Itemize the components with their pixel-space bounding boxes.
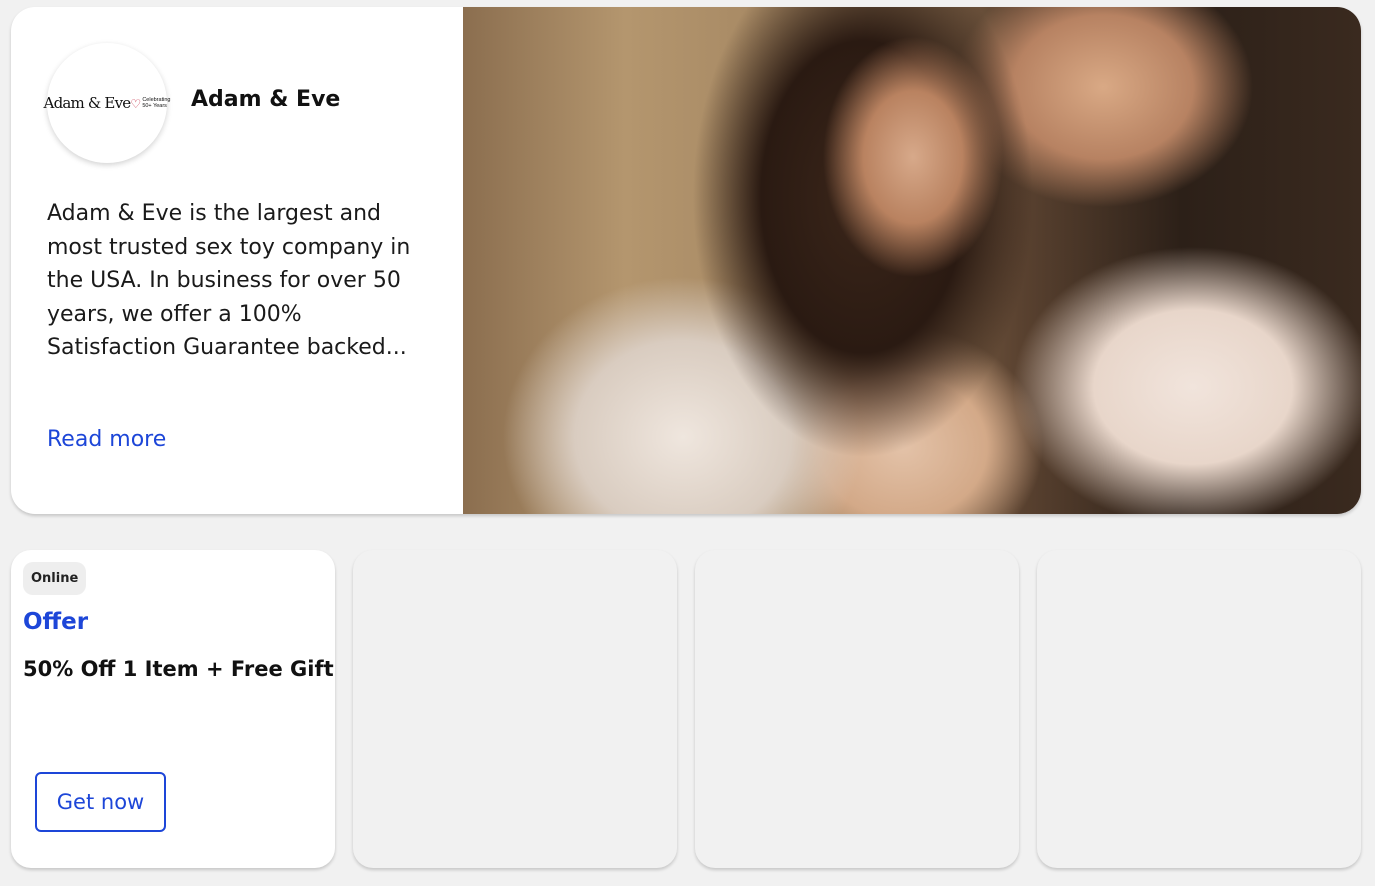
- offer-title: 50% Off 1 Item + Free Gift: [23, 657, 334, 681]
- offer-channel-badge: Online: [23, 562, 87, 595]
- offer-card-placeholder: [1037, 550, 1361, 868]
- offer-card-placeholder: [695, 550, 1019, 868]
- get-now-button[interactable]: Get now: [35, 772, 166, 832]
- brand-name: Adam & Eve: [191, 87, 341, 112]
- brand-info-panel: Adam & Eve♡ Celebrating 50+ Years Adam & …: [11, 7, 463, 514]
- brand-logo[interactable]: Adam & Eve♡ Celebrating 50+ Years: [43, 43, 171, 163]
- brand-logo-wordmark: Adam & Eve♡: [43, 94, 142, 112]
- offer-type-label: Offer: [23, 609, 89, 635]
- offer-card: Online Offer 50% Off 1 Item + Free Gift …: [11, 550, 335, 868]
- heart-icon: ♡: [130, 97, 141, 111]
- read-more-link[interactable]: Read more: [47, 427, 166, 452]
- hero-photo: [463, 7, 1361, 514]
- brand-hero-card: Adam & Eve♡ Celebrating 50+ Years Adam & …: [11, 7, 1361, 514]
- brand-logo-tagline: Celebrating 50+ Years: [142, 97, 171, 109]
- offer-card-placeholder: [353, 550, 677, 868]
- brand-description: Adam & Eve is the largest and most trust…: [47, 201, 411, 360]
